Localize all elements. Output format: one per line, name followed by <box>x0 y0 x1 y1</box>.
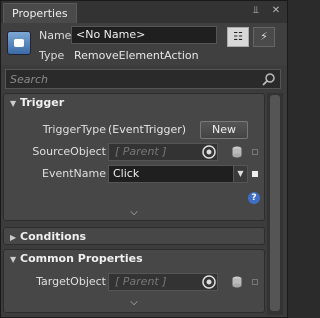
event-name-value: Click <box>113 167 140 180</box>
conditions-section-header[interactable]: ▶ Conditions <box>4 228 264 246</box>
close-icon[interactable]: ✕ <box>269 4 283 18</box>
trigger-section-header[interactable]: ▼ Trigger <box>4 94 264 112</box>
conditions-title: Conditions <box>20 230 87 243</box>
event-name-label: EventName <box>42 167 106 180</box>
event-name-row: EventName Click ▼ <box>4 164 266 184</box>
pin-icon[interactable]: ⫫ <box>249 4 263 18</box>
type-label: Type <box>39 49 65 62</box>
properties-view-icon: ☷ <box>233 30 243 43</box>
name-label: Name <box>39 29 72 42</box>
collapse-triangle-icon: ▼ <box>10 255 17 264</box>
expand-more-icon[interactable]: ⌵ <box>126 208 142 218</box>
trigger-type-row: TriggerType (EventTrigger) New <box>4 120 266 140</box>
artboard-picker-icon[interactable] <box>202 275 216 289</box>
advanced-options-marker-set[interactable] <box>252 171 258 177</box>
common-properties-section-header[interactable]: ▼ Common Properties <box>4 250 264 268</box>
events-view-button[interactable]: ⚡ <box>253 27 275 47</box>
element-picker-icon[interactable] <box>232 276 242 288</box>
properties-view-button[interactable]: ☷ <box>227 27 249 47</box>
target-object-label: TargetObject <box>36 275 106 288</box>
search-icon[interactable] <box>262 72 276 86</box>
trigger-type-label: TriggerType <box>42 123 106 136</box>
expand-more-icon[interactable]: ⌵ <box>126 298 142 308</box>
chevron-down-icon[interactable]: ▼ <box>233 166 247 182</box>
advanced-options-marker[interactable] <box>252 279 258 285</box>
trigger-type-value: (EventTrigger) <box>108 123 187 136</box>
property-list: ▼ Trigger TriggerType (EventTrigger) New … <box>3 93 283 315</box>
name-field[interactable]: <No Name> <box>71 26 217 44</box>
search-input[interactable] <box>10 71 260 87</box>
collapse-triangle-icon: ▼ <box>10 99 17 108</box>
source-object-label: SourceObject <box>32 145 106 158</box>
type-value: RemoveElementAction <box>74 49 199 62</box>
trigger-section: ▼ Trigger TriggerType (EventTrigger) New … <box>3 93 265 221</box>
conditions-section: ▶ Conditions <box>3 227 265 245</box>
search-box <box>5 69 281 89</box>
object-header: Name <No Name> Type RemoveElementAction … <box>1 23 287 65</box>
title-bar: Properties ⫫ ✕ <box>1 1 287 23</box>
scrollbar-thumb[interactable] <box>270 95 280 311</box>
expand-triangle-icon: ▶ <box>10 233 17 242</box>
common-properties-title: Common Properties <box>20 252 143 265</box>
events-view-icon: ⚡ <box>260 30 268 43</box>
source-object-row: SourceObject [ Parent ] <box>4 142 266 162</box>
element-picker-icon[interactable] <box>232 146 242 158</box>
common-properties-section: ▼ Common Properties TargetObject [ Parent… <box>3 249 265 313</box>
properties-tab[interactable]: Properties <box>3 3 77 23</box>
source-object-placeholder: [ Parent ] <box>115 145 167 158</box>
help-icon[interactable]: ? <box>248 192 260 204</box>
element-icon <box>7 31 31 55</box>
advanced-options-marker[interactable] <box>252 149 258 155</box>
properties-window: Properties ⫫ ✕ Name <No Name> Type Remov… <box>0 0 288 318</box>
event-name-dropdown[interactable]: Click ▼ <box>108 165 248 183</box>
new-trigger-button[interactable]: New <box>200 121 248 139</box>
trigger-title: Trigger <box>20 96 65 109</box>
vertical-scrollbar[interactable] <box>267 93 283 315</box>
target-object-placeholder: [ Parent ] <box>115 275 167 288</box>
title-bar-icons: ⫫ ✕ <box>249 4 283 18</box>
target-object-row: TargetObject [ Parent ] <box>4 272 266 292</box>
artboard-picker-icon[interactable] <box>202 145 216 159</box>
